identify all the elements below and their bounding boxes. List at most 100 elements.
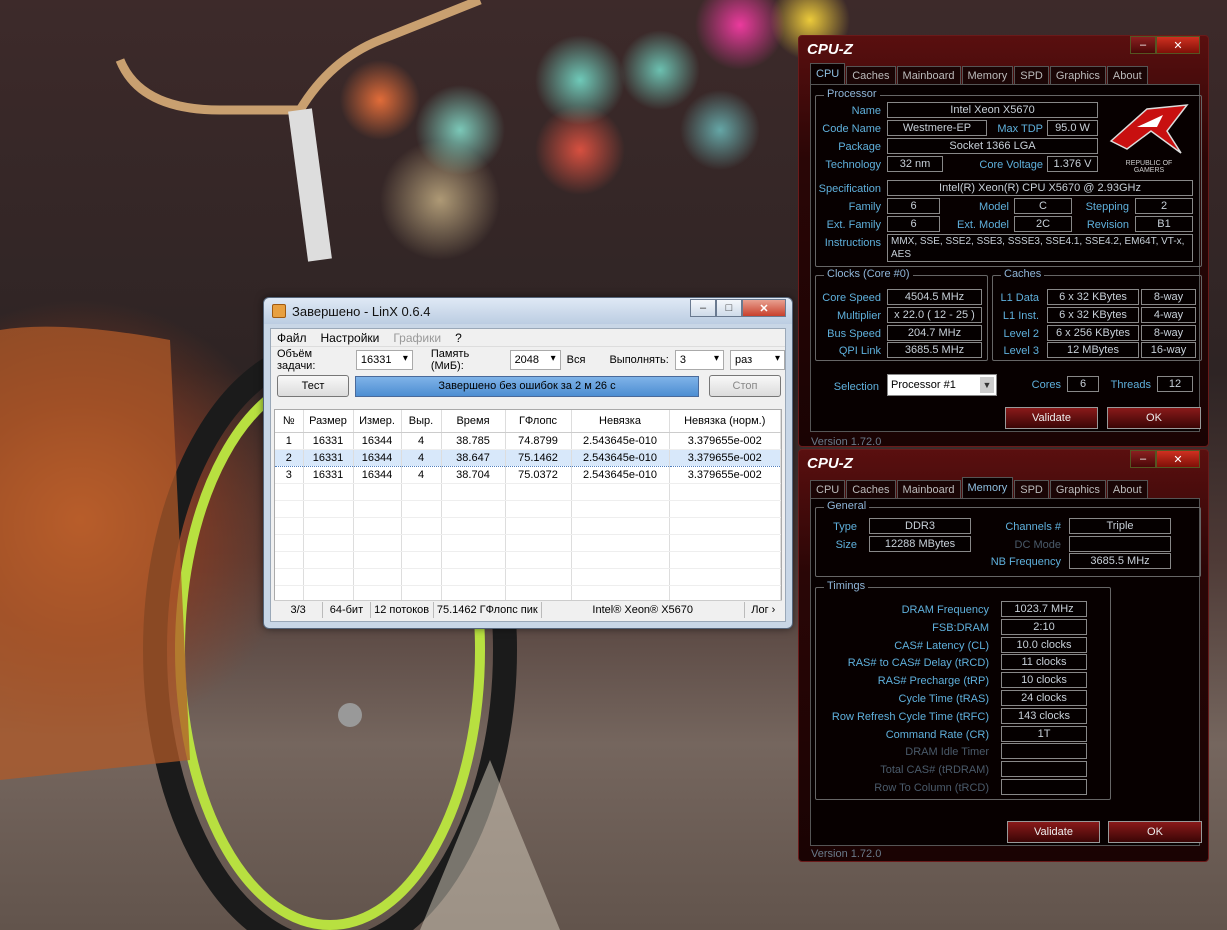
threads-label: Threads [1110,379,1151,391]
corespeed-label: Core Speed [822,292,881,304]
minimize-button[interactable]: – [690,299,716,317]
ok-button[interactable]: OK [1107,407,1201,429]
cpuz-cpu-window: CPU-Z – ✕ CPU Caches Mainboard Memory SPD… [798,35,1209,448]
tab-memory[interactable]: Memory [961,66,1014,84]
multiplier-value: x 22.0 ( 12 - 25 ) [887,307,982,323]
status-bar: 3/3 64-бит 12 потоков 75.1462 ГФлопс пик… [274,600,782,618]
close-button[interactable]: ✕ [742,299,786,317]
extfamily-label: Ext. Family [826,219,881,231]
menu-help[interactable]: ? [455,331,462,345]
tab-mainboard[interactable]: Mainboard [896,480,961,498]
tab-caches[interactable]: Caches [846,480,896,498]
tab-graphics[interactable]: Graphics [1049,480,1106,498]
codename-value: Westmere-EP [887,120,987,136]
table-row[interactable]: 2 16331 16344 4 38.647 75.1462 2.543645e-010 3.… [275,448,781,467]
close-button[interactable]: ✕ [1156,450,1200,468]
validate-button[interactable]: Validate [1005,407,1098,429]
timing-value: 1023.7 MHz [1001,601,1087,617]
col-header[interactable]: Размер [303,410,354,433]
l2-way: 8-way [1141,325,1196,341]
log-button[interactable]: Лог › [745,602,782,618]
menu-bar: Файл Настройки Графики ? [271,329,785,347]
col-header[interactable]: Невязка (норм.) [669,410,781,433]
package-label: Package [838,141,881,153]
tab-about[interactable]: About [1106,480,1148,498]
task-size-select[interactable]: 16331 [355,350,413,370]
voltage-value: 1.376 V [1047,156,1098,172]
timing-value [1001,761,1087,778]
ok-button[interactable]: OK [1108,821,1202,843]
tab-memory[interactable]: Memory [961,477,1014,498]
corespeed-value: 4504.5 MHz [887,289,982,305]
menu-settings[interactable]: Настройки [321,331,380,345]
l1d-way: 8-way [1141,289,1196,305]
timing-value: 11 clocks [1001,654,1087,671]
validate-button[interactable]: Validate [1007,821,1100,843]
minimize-button[interactable]: – [1130,36,1156,54]
qpi-label: QPI Link [838,345,881,357]
col-header[interactable]: Время [441,410,506,433]
l1d-value: 6 x 32 KBytes [1047,289,1139,305]
tab-mainboard[interactable]: Mainboard [896,66,961,84]
nbfreq-label: NB Frequency [990,556,1061,568]
col-header[interactable]: Невязка [571,410,670,433]
run-unit-select[interactable]: раз [729,350,785,370]
multiplier-label: Multiplier [836,310,881,322]
run-count-select[interactable]: 3 [674,350,724,370]
spec-value: Intel(R) Xeon(R) CPU X5670 @ 2.93GHz [887,180,1193,196]
maximize-button[interactable]: □ [716,299,742,317]
tab-caches[interactable]: Caches [846,66,896,84]
status-count: 3/3 [274,601,324,618]
tab-cpu[interactable]: CPU [810,63,846,84]
threads-value: 12 [1157,376,1193,392]
type-label: Type [833,521,857,533]
menu-file[interactable]: Файл [277,331,307,345]
timing-value [1001,779,1087,795]
status-peak: 75.1462 ГФлопс пик [434,601,542,618]
channels-label: Channels # [1005,521,1061,533]
col-header[interactable]: № [275,410,304,433]
timing-value [1001,743,1087,760]
table-row[interactable]: 3 16331 16344 4 38.704 75.0372 2.543645e-010 3.… [275,466,781,484]
timing-label: Row Refresh Cycle Time (tRFC) [831,710,989,723]
tab-spd[interactable]: SPD [1014,480,1049,498]
col-header[interactable]: ГФлопс [505,410,572,433]
all-memory-label[interactable]: Вся [567,354,586,366]
selection-label: Selection [833,381,879,393]
instructions-label: Instructions [824,237,881,249]
timing-value: 10 clocks [1001,672,1087,689]
version-label: Version 1.72.0 [811,848,882,860]
memory-select[interactable]: 2048 [509,350,561,370]
timing-label: FSB:DRAM [932,621,989,634]
timing-label: Cycle Time (tRAS) [898,693,989,705]
processor-select[interactable]: Processor #1 ▼ [887,374,997,396]
tab-spd[interactable]: SPD [1014,66,1049,84]
menu-graphs[interactable]: Графики [393,331,441,345]
tab-about[interactable]: About [1106,66,1148,84]
l2-label: Level 2 [1003,328,1039,340]
model-label: Model [979,201,1009,213]
col-header[interactable]: Измер. [353,410,402,433]
cores-label: Cores [1031,379,1061,391]
stop-button[interactable]: Стоп [709,375,781,397]
timing-value: 143 clocks [1001,707,1087,724]
maxtdp-label: Max TDP [997,123,1043,135]
close-button[interactable]: ✕ [1156,36,1200,54]
extmodel-label: Ext. Model [957,219,1009,231]
timing-label: Command Rate (CR) [885,728,989,741]
minimize-button[interactable]: – [1130,450,1156,468]
type-value: DDR3 [869,518,971,534]
tech-label: Technology [825,159,881,171]
table-row[interactable]: 1 16331 16344 4 38.785 74.8799 2.543645e-010 3.… [275,432,781,450]
timing-value: 24 clocks [1001,690,1087,706]
dcmode-value [1069,536,1171,552]
col-header[interactable]: Выр. [401,410,442,433]
tab-cpu[interactable]: CPU [810,480,846,498]
tab-graphics[interactable]: Graphics [1049,66,1106,84]
channels-value: Triple [1069,518,1171,534]
test-button[interactable]: Тест [277,375,349,397]
stepping-value: 2 [1135,198,1193,214]
status-cpu: Intel® Xeon® X5670 [542,601,745,618]
timing-value: 1T [1001,725,1087,742]
dcmode-label: DC Mode [1014,539,1061,551]
